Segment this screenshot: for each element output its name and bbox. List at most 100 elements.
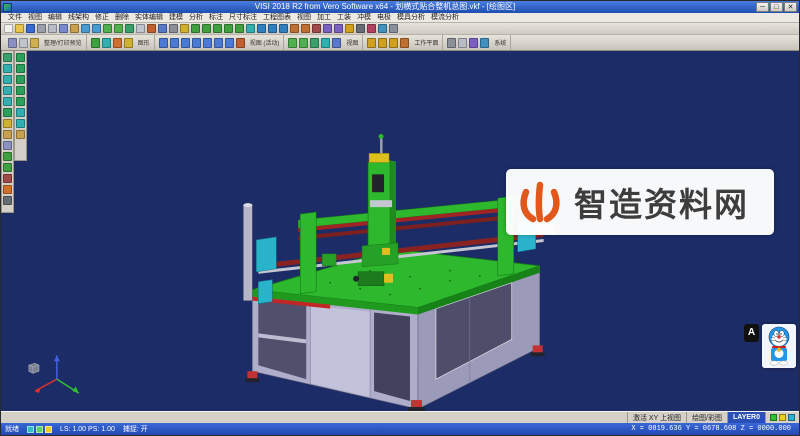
zoom-out-icon[interactable] [114,24,123,33]
plot-icon[interactable] [19,38,28,48]
print-preview-icon[interactable] [8,38,17,48]
menu-item-9[interactable]: 标注 [206,13,226,23]
array-icon[interactable] [334,24,343,33]
hide-icon[interactable] [3,174,12,183]
menu-item-2[interactable]: 编辑 [45,13,65,23]
view-top-icon[interactable] [170,38,179,48]
help-icon[interactable] [480,38,489,48]
chamfer-icon[interactable] [301,24,310,33]
status-display-mode[interactable]: 绘图/彩图 [686,412,727,423]
menu-item-3[interactable]: 线架构 [65,13,92,23]
menu-item-18[interactable]: 模流分析 [428,13,462,23]
graphics-color-icon[interactable] [113,38,122,48]
zoom-in-icon[interactable] [103,24,112,33]
zoom-previous-icon[interactable] [310,38,319,48]
render-mode-icon[interactable] [332,38,341,48]
measure-icon[interactable] [378,24,387,33]
zoom-all-icon[interactable] [299,38,308,48]
view-rotate-icon[interactable] [236,38,245,48]
file-new-icon[interactable] [4,24,13,33]
system-options-icon[interactable] [447,38,456,48]
copy-icon[interactable] [59,24,68,33]
circle-icon[interactable] [224,24,233,33]
snap-center-icon[interactable] [3,86,12,95]
sketch-line-icon[interactable] [16,64,25,73]
close-button[interactable]: ✕ [784,2,797,12]
sketch-circle-icon[interactable] [16,86,25,95]
zoom-window-icon[interactable] [288,38,297,48]
menu-item-5[interactable]: 删除 [112,13,132,23]
menu-item-12[interactable]: 视图 [294,13,314,23]
cut-icon[interactable] [48,24,57,33]
maximize-button[interactable]: □ [770,2,783,12]
dimension-icon[interactable] [345,24,354,33]
layer-color-indicator[interactable] [770,414,777,421]
snap-end-icon[interactable] [3,64,12,73]
settings-icon[interactable] [389,24,398,33]
selection-filter-icon[interactable] [3,53,12,62]
shade-icon[interactable] [158,24,167,33]
status-snap[interactable]: 捕捉: 开 [123,424,148,434]
menu-item-4[interactable]: 修正 [92,13,112,23]
pen-color-indicator[interactable] [779,414,786,421]
arc-icon[interactable] [213,24,222,33]
rotate-view-icon[interactable] [147,24,156,33]
view-bottom-icon[interactable] [225,38,234,48]
extrude-icon[interactable] [268,24,277,33]
sketch-arc-icon[interactable] [16,75,25,84]
snap-indicator[interactable] [788,414,795,421]
macro-icon[interactable] [469,38,478,48]
menu-item-11[interactable]: 工程图表 [260,13,294,23]
workplane-xz-icon[interactable] [378,38,387,48]
revolve-icon[interactable] [279,24,288,33]
solid-icon[interactable] [257,24,266,33]
sketch-spline-icon[interactable] [16,119,25,128]
menu-item-10[interactable]: 尺寸标注 [226,13,260,23]
isolate-icon[interactable] [3,163,12,172]
mirror-icon[interactable] [323,24,332,33]
line-icon[interactable] [202,24,211,33]
grid-indicator[interactable] [36,426,43,433]
refresh-icon[interactable] [321,38,330,48]
menu-item-15[interactable]: 冲模 [354,13,374,23]
menu-item-0[interactable]: 文件 [5,13,25,23]
graphics-select-icon[interactable] [91,38,100,48]
menu-item-13[interactable]: 加工 [314,13,334,23]
profile-icon[interactable] [16,53,25,62]
color-picker-icon[interactable] [3,185,12,194]
text-icon[interactable] [356,24,365,33]
workplane-yz-icon[interactable] [389,38,398,48]
layers-icon[interactable] [180,24,189,33]
menu-item-17[interactable]: 模具分析 [394,13,428,23]
minimize-button[interactable]: ─ [756,2,769,12]
view-iso-icon[interactable] [159,38,168,48]
graphics-layer-icon[interactable] [124,38,133,48]
redo-icon[interactable] [92,24,101,33]
print-icon[interactable] [37,24,46,33]
calculator-icon[interactable] [458,38,467,48]
layer-manager-icon[interactable] [3,130,12,139]
menu-item-8[interactable]: 分析 [186,13,206,23]
menu-item-6[interactable]: 实体编辑 [132,13,166,23]
surface-icon[interactable] [246,24,255,33]
snap-mid-icon[interactable] [3,75,12,84]
ortho-indicator[interactable] [45,426,52,433]
section-icon[interactable] [367,24,376,33]
status-view-mode[interactable]: 激活 XY 上视图 [627,412,686,423]
file-save-icon[interactable] [26,24,35,33]
status-layer[interactable]: LAYER0 [727,412,765,423]
menu-item-14[interactable]: 工装 [334,13,354,23]
curve-icon[interactable] [235,24,244,33]
workplane-xy-icon[interactable] [367,38,376,48]
sketch-rect-icon[interactable] [16,97,25,106]
view-back-icon[interactable] [203,38,212,48]
graphics-visibility-icon[interactable] [102,38,111,48]
view-right-icon[interactable] [192,38,201,48]
wireframe-icon[interactable] [169,24,178,33]
wcs-icon[interactable] [3,119,12,128]
menu-item-1[interactable]: 视图 [25,13,45,23]
menu-item-7[interactable]: 建模 [166,13,186,23]
attributes-icon[interactable] [3,141,12,150]
snap-grid-icon[interactable] [3,108,12,117]
snap-intersect-icon[interactable] [3,97,12,106]
